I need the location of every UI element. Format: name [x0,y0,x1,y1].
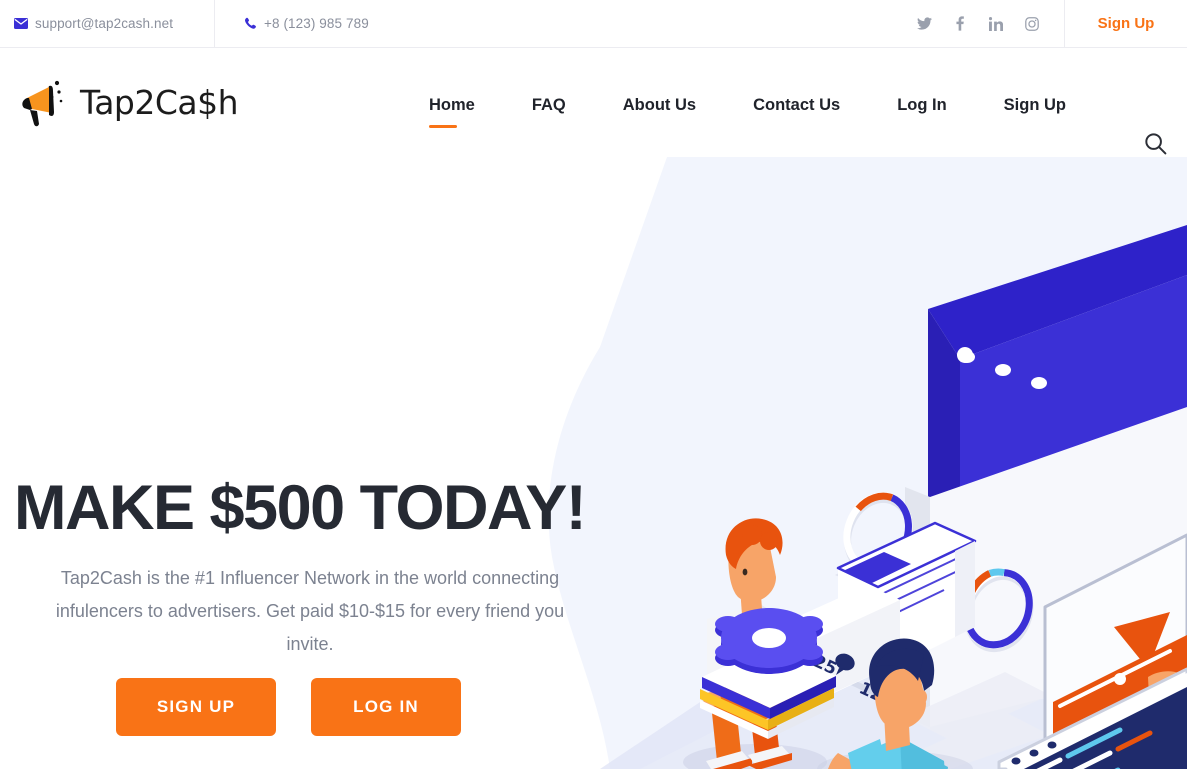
envelope-icon [14,17,28,31]
nav-item-home[interactable]: Home [429,96,475,128]
contact-phone-text: +8 (123) 985 789 [264,16,369,31]
contact-email-text: support@tap2cash.net [35,16,174,31]
hero-login-button[interactable]: LOG IN [311,678,461,736]
nav-item-about-us[interactable]: About Us [623,96,696,115]
hero-cta-row: SIGN UP LOG IN [116,678,461,736]
nav-item-sign-up[interactable]: Sign Up [1004,96,1066,115]
topbar-signup-link[interactable]: Sign Up [1064,0,1187,47]
logo-text: Tap2Ca$h [80,83,239,122]
social-links [916,0,1064,47]
site-header: Tap2Ca$h Home FAQ About Us Contact Us Lo… [0,48,1187,157]
main-navigation: Home FAQ About Us Contact Us Log In Sign… [429,96,1066,128]
contact-phone[interactable]: +8 (123) 985 789 [215,0,387,47]
nav-item-log-in[interactable]: Log In [897,96,946,115]
nav-item-faq[interactable]: FAQ [532,96,566,115]
linkedin-icon[interactable] [988,16,1004,32]
megaphone-icon [16,77,72,129]
hero-headline: MAKE $500 TODAY! [14,473,587,543]
top-utility-bar: support@tap2cash.net +8 (123) 985 789 Si… [0,0,1187,48]
hero-section: 25 12 MAKE $500 TODAY! Tap2Cash is the #… [0,157,1187,769]
nav-item-contact-us[interactable]: Contact Us [753,96,840,115]
hero-paragraph: Tap2Cash is the #1 Influencer Network in… [55,568,565,654]
gear-icon [715,608,823,674]
search-icon[interactable] [1138,126,1172,160]
logo[interactable]: Tap2Ca$h [0,77,300,129]
instagram-icon[interactable] [1024,16,1040,32]
facebook-icon[interactable] [952,16,968,32]
contact-email[interactable]: support@tap2cash.net [0,0,215,47]
hero-signup-button[interactable]: SIGN UP [116,678,276,736]
twitter-icon[interactable] [916,16,932,32]
phone-icon [243,17,257,31]
